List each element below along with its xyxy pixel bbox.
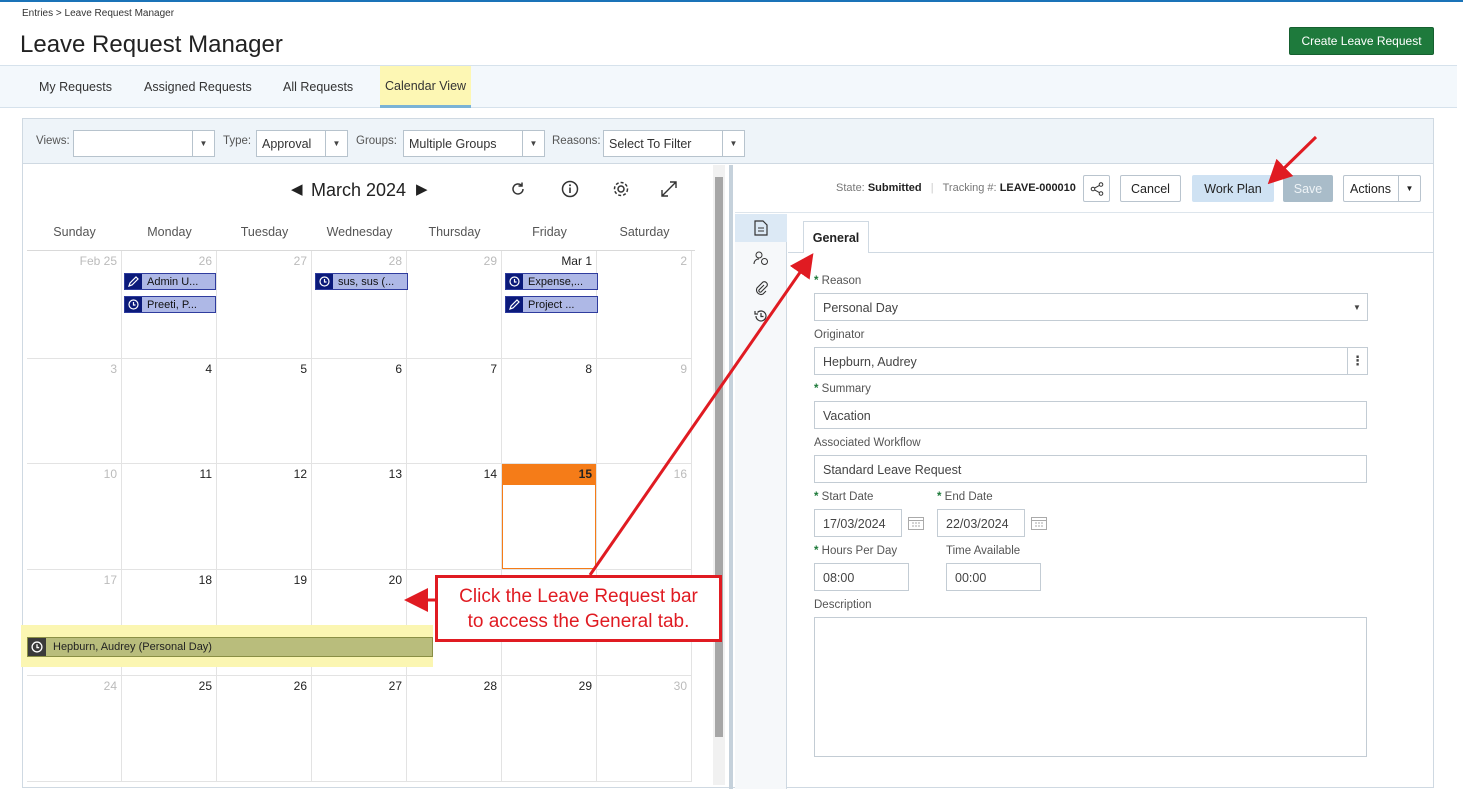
arrow-to-work-plan <box>1267 135 1318 185</box>
annotation-arrows <box>404 135 1318 612</box>
arrow-to-general-tab <box>588 253 814 576</box>
